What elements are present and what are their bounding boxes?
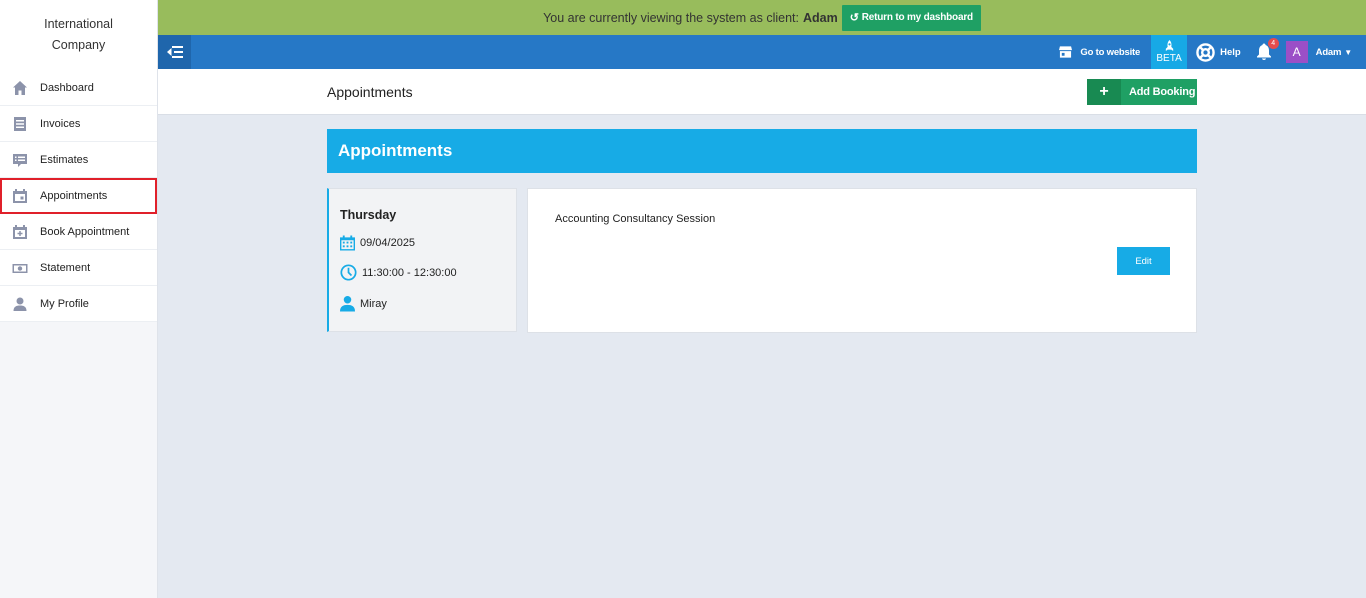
undo-icon: ↺	[849, 12, 859, 24]
appointment-time: 11:30:00 - 12:30:00	[362, 266, 457, 279]
help-button[interactable]: Help	[1196, 42, 1241, 62]
sidebar-item-my-profile[interactable]: My Profile	[0, 286, 157, 322]
clock-icon	[340, 264, 357, 281]
rocket-icon	[1165, 40, 1173, 52]
store-icon	[1059, 46, 1073, 58]
beta-label: BETA	[1156, 53, 1182, 64]
appointment-staff-row: Miray	[340, 295, 516, 312]
money-icon	[0, 260, 40, 276]
page-title: Appointments	[327, 84, 413, 100]
notification-count-badge: 4	[1267, 38, 1279, 49]
invoice-icon	[0, 116, 40, 132]
sidebar-item-label: Invoices	[40, 117, 81, 130]
sidebar-item-label: Book Appointment	[40, 225, 130, 238]
appointments-section-header: Appointments	[327, 129, 1197, 173]
go-to-website-link[interactable]: Go to website	[1059, 46, 1140, 58]
appointment-day: Thursday	[340, 208, 397, 222]
brand-line-1: International	[44, 17, 113, 31]
sidebar-item-appointments[interactable]: Appointments	[0, 178, 157, 214]
sidebar-item-statement[interactable]: Statement	[0, 250, 157, 286]
user-name: Adam	[1315, 46, 1342, 58]
return-button-label: Return to my dashboard	[861, 12, 973, 23]
sidebar-item-dashboard[interactable]: Dashboard	[0, 70, 157, 106]
user-icon	[0, 296, 40, 312]
avatar[interactable]: A	[1285, 41, 1308, 63]
home-icon	[0, 80, 40, 96]
sidebar-item-invoices[interactable]: Invoices	[0, 106, 157, 142]
page-header: Appointments + Add Booking	[158, 69, 1366, 115]
calendar-icon	[0, 188, 40, 204]
beta-button[interactable]: BETA	[1151, 35, 1188, 69]
appointment-staff: Miray	[360, 297, 387, 310]
notifications-button[interactable]: 4	[1256, 38, 1279, 61]
add-booking-button[interactable]: + Add Booking	[1087, 79, 1197, 105]
edit-appointment-button[interactable]: Edit	[1117, 247, 1170, 275]
appointment-time-row: 11:30:00 - 12:30:00	[340, 264, 516, 281]
calendar-icon	[340, 235, 355, 251]
sidebar-item-label: Statement	[40, 261, 91, 274]
collapse-menu-icon	[166, 46, 183, 58]
brand-name[interactable]: International Company	[0, 0, 157, 70]
lifebuoy-icon	[1196, 42, 1215, 62]
sidebar-item-label: Appointments	[40, 189, 108, 202]
appointment-service-panel: Accounting Consultancy Session Edit	[527, 188, 1197, 333]
help-label: Help	[1220, 46, 1241, 58]
banner-client-name: Adam	[802, 10, 838, 25]
sidebar: International Company Dashboard Invoices…	[0, 0, 158, 598]
appointment-date: 09/04/2025	[360, 237, 416, 249]
appointment-date-row: 09/04/2025	[340, 235, 516, 251]
sidebar-item-book-appointment[interactable]: Book Appointment	[0, 214, 157, 250]
plus-icon: +	[1087, 79, 1121, 105]
top-right-actions: Go to website BETA Help 4 A Adam ▼	[1059, 35, 1366, 69]
sidebar-nav: Dashboard Invoices Estimates Appointment…	[0, 70, 157, 322]
sidebar-item-label: My Profile	[40, 297, 89, 310]
add-booking-label: Add Booking	[1129, 86, 1196, 98]
top-navbar: Go to website BETA Help 4 A Adam ▼	[158, 35, 1366, 69]
return-to-dashboard-button[interactable]: ↺ Return to my dashboard	[841, 4, 981, 31]
sidebar-item-label: Dashboard	[40, 81, 94, 94]
user-icon	[340, 296, 355, 312]
sidebar-item-estimates[interactable]: Estimates	[0, 142, 157, 178]
client-view-banner: You are currently viewing the system as …	[158, 0, 1366, 35]
brand-line-2: Company	[51, 38, 106, 52]
sidebar-toggle-button[interactable]	[158, 35, 191, 69]
caret-down-icon: ▼	[1344, 47, 1352, 57]
appointment-details: Thursday 09/04/2025 11:30:00 - 12:30:00 …	[327, 188, 517, 332]
estimate-icon	[0, 152, 40, 168]
sidebar-item-label: Estimates	[40, 153, 89, 166]
calendar-plus-icon	[0, 224, 40, 240]
user-menu[interactable]: Adam ▼	[1315, 46, 1353, 58]
go-to-website-label: Go to website	[1080, 46, 1141, 58]
banner-text: You are currently viewing the system as …	[543, 10, 799, 25]
appointment-service: Accounting Consultancy Session	[555, 213, 716, 225]
